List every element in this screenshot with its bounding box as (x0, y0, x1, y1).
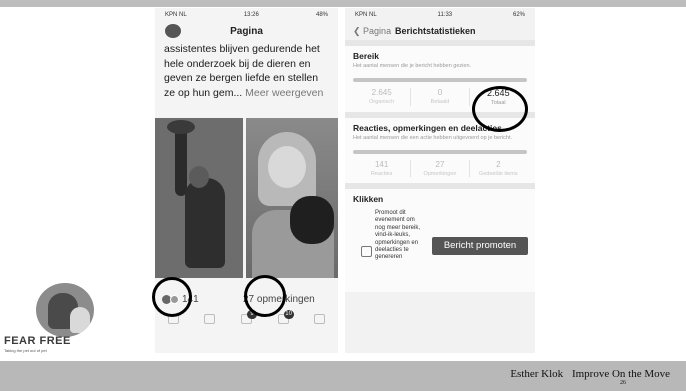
stat-shares: 2 Gedeelde items (470, 160, 527, 177)
post-text: assistentes blijven gedurende het hele o… (155, 42, 338, 116)
marketplace-tab-icon[interactable]: 9 (240, 310, 257, 324)
child-head (189, 166, 209, 188)
stat-label: Organisch (369, 99, 395, 105)
stat-value: 141 (374, 160, 389, 169)
see-more-link[interactable]: Meer weergeven (245, 87, 323, 99)
battery-label: 62% (512, 12, 525, 18)
status-bar: KPN NL 11:33 62% (345, 8, 535, 22)
video-tab-icon[interactable] (204, 314, 216, 324)
post-photos[interactable] (155, 118, 338, 278)
highlight-circle-comments (244, 275, 286, 317)
notifications-tab-icon[interactable]: 10 (277, 310, 294, 324)
page-title: Pagina (230, 26, 263, 37)
photo-girl-with-dog[interactable] (246, 118, 338, 278)
footer-talk-title: Improve On the Move (571, 368, 670, 380)
footer-credit: Esther Klok Improve On the Move (504, 368, 670, 380)
promote-icon (361, 246, 372, 257)
back-button[interactable]: ❮ Pagina (353, 26, 391, 37)
stat-value: 27 (435, 160, 445, 169)
engagement-stats: 141 Reacties 27 Opmerkingen 2 Gedeelde i… (353, 160, 527, 177)
notification-badge: 10 (283, 310, 294, 319)
photo-child-with-dog[interactable] (155, 118, 243, 278)
logo-cat-shape (70, 307, 90, 333)
section-title: Bereik (353, 51, 379, 61)
highlight-circle-reactions (152, 277, 192, 317)
stat-value: 2 (496, 160, 501, 169)
stat-paid: 0 Betaald (411, 88, 470, 106)
stat-label: Reacties (370, 171, 393, 177)
promote-post-button[interactable]: Bericht promoten (432, 237, 528, 255)
battery-label: 48% (315, 12, 328, 18)
section-subtitle: Het aantal mensen die een actie hebben u… (353, 135, 512, 141)
carrier-label: KPN NL (165, 12, 187, 18)
engagement-bar-fill (353, 150, 527, 154)
pole-cap-shape (167, 120, 195, 134)
stat-label: Betaald (430, 99, 450, 105)
fear-free-logo: FEAR FREE Taking the pet out of pet (4, 283, 114, 357)
page-title: Berichtstatistieken (395, 26, 476, 36)
stat-value: 0 (437, 88, 443, 97)
back-label: Pagina (363, 26, 392, 36)
logo-emblem (36, 283, 94, 337)
dog-figure (290, 196, 334, 244)
time-label: 11:33 (437, 12, 453, 18)
status-bar: KPN NL 13:26 48% (155, 8, 338, 22)
reach-bar (353, 78, 527, 82)
section-subtitle: Het aantal mensen die je bericht hebben … (353, 63, 472, 69)
stat-organic: 2.645 Organisch (353, 88, 412, 106)
phone-screenshot-insights: KPN NL 11:33 62% ❮ Pagina Berichtstatist… (345, 8, 535, 353)
nav-bar: ❮ Pagina Berichtstatistieken (345, 22, 535, 40)
post-header: Pagina (155, 22, 338, 42)
stat-reactions: 141 Reacties (353, 160, 412, 177)
pole-shape (175, 126, 187, 196)
reach-bar-fill (353, 78, 527, 82)
highlight-circle-total-reach (472, 86, 528, 132)
logo-tagline: Taking the pet out of pet (4, 348, 47, 353)
engagement-bar (353, 150, 527, 154)
child-figure (185, 178, 225, 268)
slide-top-bar (0, 0, 686, 7)
menu-tab-icon[interactable] (314, 314, 326, 324)
stat-comments: 27 Opmerkingen (411, 160, 470, 177)
time-label: 13:26 (243, 12, 259, 18)
footer-author: Esther Klok (510, 368, 564, 380)
girl-face (268, 146, 306, 188)
carrier-label: KPN NL (355, 12, 377, 18)
clicks-section: Klikken Promoot dit evenement om nog mee… (345, 189, 535, 292)
stat-value: 2.645 (371, 88, 392, 97)
promote-panel: Promoot dit evenement om nog meer bereik… (353, 204, 528, 286)
stat-label: Gedeelde items (479, 171, 518, 177)
stat-label: Opmerkingen (423, 171, 457, 177)
promote-text: Promoot dit evenement om nog meer bereik… (375, 210, 421, 261)
logo-title: FEAR FREE (4, 335, 71, 347)
section-title: Klikken (353, 194, 384, 204)
slide-number: 26 (620, 380, 626, 386)
